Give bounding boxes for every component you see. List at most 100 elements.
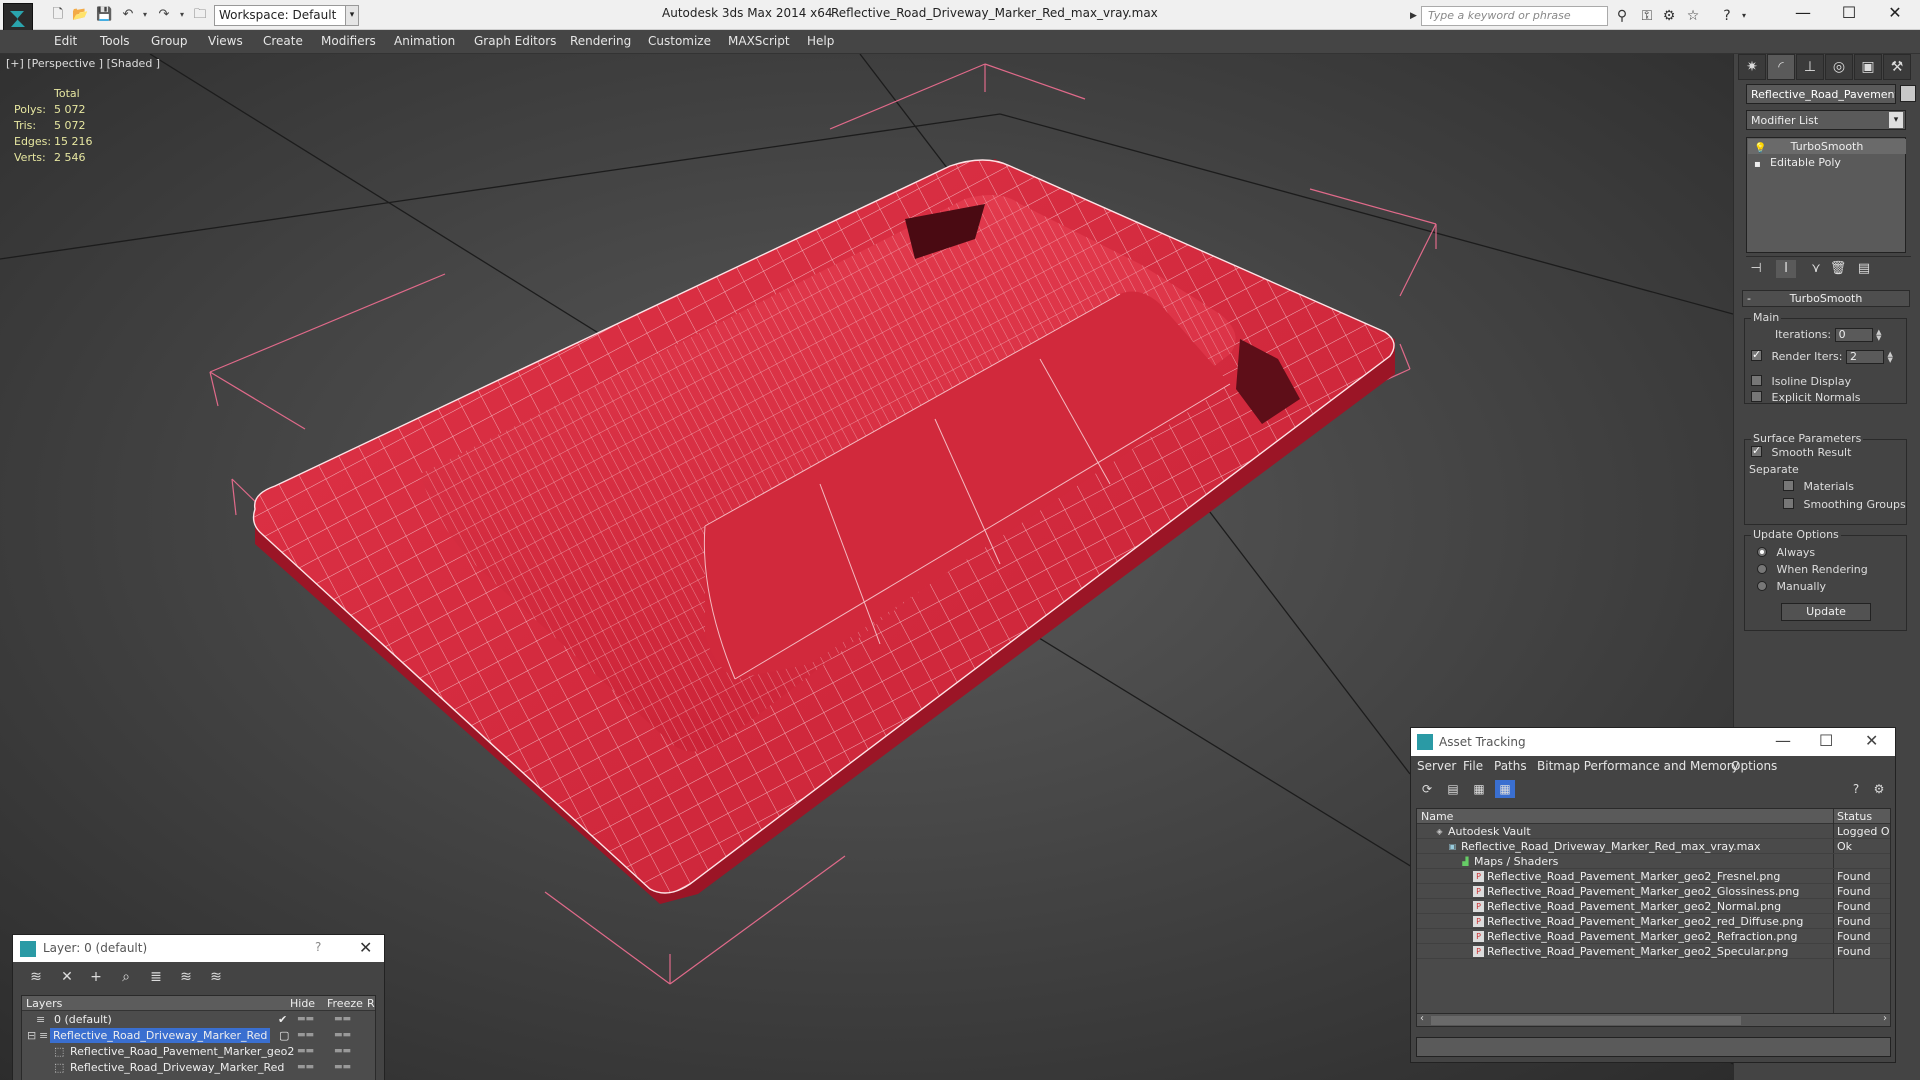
asset-row[interactable]: P Reflective_Road_Pavement_Marker_geo2_S… <box>1417 945 1890 959</box>
spinner-arrows-icon[interactable]: ▲ ▼ <box>1887 351 1895 364</box>
utilities-tab-icon[interactable]: ⚒ <box>1883 54 1911 80</box>
scroll-right-icon[interactable]: › <box>1883 1013 1887 1024</box>
update-always-radio[interactable] <box>1757 547 1767 557</box>
asset-menu-server[interactable]: Server <box>1417 759 1456 773</box>
col-layers[interactable]: Layers <box>26 997 62 1010</box>
update-always-row[interactable]: Always <box>1757 546 1815 559</box>
layer-row[interactable]: ≡ 0 (default) ✔ ▬▬ ▬▬ <box>22 1012 375 1027</box>
col-status[interactable]: Status <box>1837 810 1872 823</box>
object-color-swatch[interactable] <box>1900 85 1916 102</box>
select-layer-objects-icon[interactable]: ⌕ <box>115 967 137 987</box>
menu-group[interactable]: Group <box>151 34 188 48</box>
isoline-checkbox[interactable] <box>1751 375 1762 386</box>
menu-graph-editors[interactable]: Graph Editors <box>474 34 556 48</box>
rollout-turbosmooth[interactable]: - TurboSmooth <box>1742 290 1910 307</box>
asset-path-field[interactable] <box>1416 1037 1891 1057</box>
render-iters-spinner[interactable]: 2 <box>1845 350 1884 364</box>
asset-row[interactable]: P Reflective_Road_Pavement_Marker_geo2_R… <box>1417 930 1890 944</box>
menu-customize[interactable]: Customize <box>648 34 711 48</box>
render-iters-checkbox[interactable] <box>1751 348 1762 361</box>
smooth-result-checkbox[interactable] <box>1751 444 1762 457</box>
smooth-result-row[interactable]: Smooth Result <box>1751 444 1851 459</box>
help-icon[interactable]: ? <box>315 940 321 954</box>
maximize-button[interactable]: ☐ <box>1826 0 1872 28</box>
smoothing-groups-checkbox[interactable] <box>1783 498 1794 509</box>
asset-row[interactable]: P Reflective_Road_Pavement_Marker_geo2_N… <box>1417 900 1890 914</box>
redo-icon[interactable]: ↷ <box>156 7 172 23</box>
isoline-row[interactable]: Isoline Display <box>1751 375 1851 388</box>
key-icon[interactable]: ⚿ <box>1638 7 1656 25</box>
layer-row[interactable]: ⬚ Reflective_Road_Driveway_Marker_Red ▬▬… <box>22 1060 375 1075</box>
expand-icon[interactable]: ▪ <box>1754 157 1761 172</box>
materials-row[interactable]: Materials <box>1783 480 1854 493</box>
binoculars-icon[interactable]: ⚲ <box>1613 7 1631 25</box>
explicit-normals-checkbox[interactable] <box>1751 391 1762 402</box>
col-name[interactable]: Name <box>1421 810 1453 823</box>
scroll-thumb[interactable] <box>1431 1016 1741 1025</box>
lightbulb-icon[interactable]: 💡 <box>1754 141 1766 156</box>
asset-tracking-titlebar[interactable]: Asset Tracking — ☐ ✕ <box>1411 728 1895 756</box>
asset-menu-paths[interactable]: Paths <box>1494 759 1527 773</box>
delete-layer-icon[interactable]: ✕ <box>56 967 78 987</box>
minimize-button[interactable]: — <box>1775 731 1791 750</box>
show-end-result-icon[interactable]: I <box>1776 260 1796 278</box>
make-unique-icon[interactable]: ⋎ <box>1806 260 1826 278</box>
update-manually-radio[interactable] <box>1757 581 1767 591</box>
iterations-spinner[interactable]: 0 <box>1834 328 1873 342</box>
new-icon[interactable]: 🗋 <box>50 7 66 23</box>
smoothing-groups-row[interactable]: Smoothing Groups <box>1783 498 1906 511</box>
create-layer-icon[interactable]: ≋ <box>25 967 47 987</box>
asset-row[interactable]: P Reflective_Road_Pavement_Marker_geo2_r… <box>1417 915 1890 929</box>
close-button[interactable]: ✕ <box>1872 0 1918 28</box>
menu-rendering[interactable]: Rendering <box>570 34 631 48</box>
exchange-icon[interactable]: ⚙ <box>1660 7 1678 25</box>
stack-item-editable-poly[interactable]: ▪ Editable Poly <box>1748 155 1906 170</box>
refresh-icon[interactable]: ⟳ <box>1417 780 1437 798</box>
layer-row[interactable]: ⊟ ≡ Reflective_Road_Driveway_Marker_Red … <box>22 1028 375 1043</box>
highlight-layer-icon[interactable]: ≣ <box>145 967 167 987</box>
configure-sets-icon[interactable]: ▤ <box>1854 260 1874 278</box>
minimize-button[interactable]: — <box>1780 0 1826 28</box>
menu-tools[interactable]: Tools <box>100 34 130 48</box>
list-view-icon[interactable]: ▤ <box>1443 780 1463 798</box>
update-manually-row[interactable]: Manually <box>1757 580 1826 593</box>
redo-dropdown-icon[interactable]: ▾ <box>174 7 190 23</box>
undo-icon[interactable]: ↶ <box>120 7 136 23</box>
motion-tab-icon[interactable]: ◎ <box>1825 54 1853 80</box>
asset-row[interactable]: P Reflective_Road_Pavement_Marker_geo2_G… <box>1417 885 1890 899</box>
save-icon[interactable]: 💾 <box>96 7 112 23</box>
close-icon[interactable]: ✕ <box>359 938 372 957</box>
pin-stack-icon[interactable]: ⊣ <box>1746 260 1766 278</box>
layer-dialog-titlebar[interactable]: Layer: 0 (default) ? ✕ <box>13 935 384 962</box>
hide-all-layers-icon[interactable]: ≋ <box>175 967 197 987</box>
update-when-rendering-row[interactable]: When Rendering <box>1757 563 1868 576</box>
project-folder-icon[interactable]: 🗀 <box>192 7 208 23</box>
menu-animation[interactable]: Animation <box>394 34 455 48</box>
menu-help[interactable]: Help <box>807 34 834 48</box>
asset-menu-bitmap[interactable]: Bitmap Performance and Memory <box>1537 759 1739 773</box>
close-button[interactable]: ✕ <box>1865 731 1878 750</box>
layer-row[interactable]: ⬚ Reflective_Road_Pavement_Marker_geo2 ▬… <box>22 1044 375 1059</box>
open-icon[interactable]: 📂 <box>72 7 88 23</box>
hierarchy-tab-icon[interactable]: ⊥ <box>1796 54 1824 80</box>
col-hide[interactable]: Hide <box>290 997 315 1010</box>
add-to-layer-icon[interactable]: + <box>85 967 107 987</box>
tree-view-icon[interactable]: ▦ <box>1469 780 1489 798</box>
undo-dropdown-icon[interactable]: ▾ <box>137 7 153 23</box>
update-button[interactable]: Update <box>1781 603 1871 621</box>
menu-maxscript[interactable]: MAXScript <box>728 34 790 48</box>
materials-checkbox[interactable] <box>1783 480 1794 491</box>
display-tab-icon[interactable]: ▣ <box>1854 54 1882 80</box>
search-input[interactable]: Type a keyword or phrase <box>1421 6 1608 26</box>
search-expand-icon[interactable]: ▶ <box>1410 6 1421 26</box>
update-when-rendering-radio[interactable] <box>1757 564 1767 574</box>
modify-tab-icon[interactable]: ◜ <box>1767 54 1795 80</box>
explicit-normals-row[interactable]: Explicit Normals <box>1751 391 1861 404</box>
workspace-dropdown-button[interactable]: ▾ <box>345 5 359 26</box>
asset-row[interactable]: ▣ Reflective_Road_Driveway_Marker_Red_ma… <box>1417 840 1890 854</box>
create-tab-icon[interactable]: ✷ <box>1738 54 1766 80</box>
help-settings-icon[interactable]: ⚙ <box>1869 780 1889 798</box>
asset-row[interactable]: ◈ Autodesk Vault Logged O <box>1417 825 1890 839</box>
modifier-list-dropdown[interactable]: Modifier List ▾ <box>1746 110 1906 130</box>
help-icon[interactable]: ? <box>1846 780 1866 798</box>
